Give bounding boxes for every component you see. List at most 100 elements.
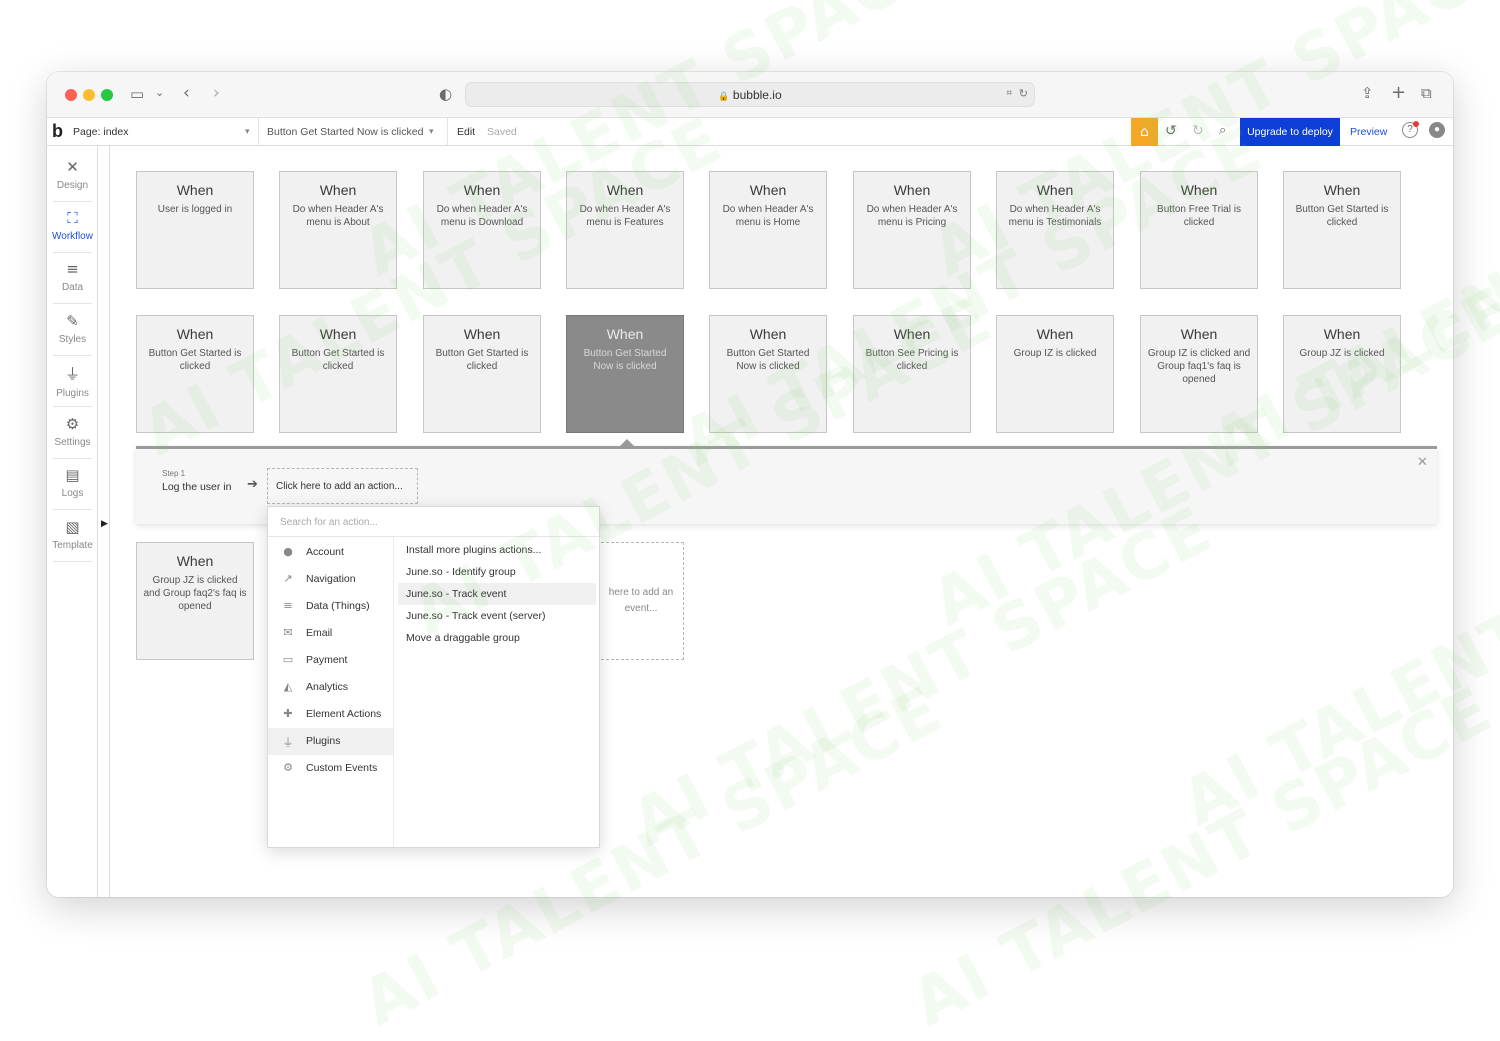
email-icon: ✉ — [283, 626, 293, 639]
category-account[interactable]: ● Account — [268, 539, 393, 566]
action-item[interactable]: June.so - Track event — [398, 583, 596, 605]
forward-arrow-icon[interactable]: › — [213, 83, 220, 103]
edit-menu[interactable]: Edit — [457, 126, 475, 138]
lock-icon: 🔒 — [718, 91, 730, 101]
event-card[interactable]: When Group JZ is clicked — [1283, 315, 1401, 433]
element-actions-icon: ✚ — [283, 707, 293, 720]
event-card[interactable]: When Group JZ is clicked and Group faq2's… — [136, 542, 254, 660]
event-card[interactable]: When Button Get Started Now is clicked — [709, 315, 827, 433]
category-custom-events[interactable]: ⚙ Custom Events — [268, 755, 393, 782]
nav-item-template[interactable]: ▧ Template — [47, 510, 98, 560]
nav-item-styles[interactable]: ✎ Styles — [47, 304, 98, 354]
chevron-down-icon[interactable]: ▾ — [245, 126, 250, 137]
shield-icon[interactable]: ◐ — [439, 85, 452, 103]
toolbar-divider — [258, 118, 259, 146]
close-icon[interactable]: ✕ — [1417, 455, 1428, 470]
nav-item-data[interactable]: ≡ Data — [47, 252, 98, 302]
translate-icon[interactable]: ⌗ — [1006, 88, 1012, 99]
account-icon: ● — [283, 545, 293, 558]
analytics-icon: ◭ — [283, 680, 293, 693]
action-item[interactable]: Install more plugins actions... — [398, 539, 596, 561]
sidebar-toggle-icon[interactable]: ▭ — [130, 85, 144, 103]
gear-icon: ⚙ — [65, 415, 80, 433]
action-item[interactable]: June.so - Track event (server) — [398, 605, 596, 627]
database-icon: ≡ — [283, 599, 293, 612]
category-data-things[interactable]: ≡ Data (Things) — [268, 593, 393, 620]
step-number: Step 1 — [162, 469, 186, 478]
tabs-overview-icon[interactable]: ⧉ — [1421, 84, 1432, 102]
gift-button[interactable]: ⌂ — [1131, 118, 1158, 146]
new-tab-icon[interactable]: + — [1391, 82, 1406, 103]
search-icon[interactable]: ⌕ — [1219, 123, 1226, 138]
action-search-input[interactable]: Search for an action... — [268, 507, 599, 537]
event-card[interactable]: When Group IZ is clicked — [996, 315, 1114, 433]
url-text: 🔒 bubble.io — [718, 88, 782, 102]
nav-item-plugins[interactable]: ⏚ Plugins — [47, 355, 98, 405]
nav-item-workflow[interactable]: ⛶ Workflow — [47, 201, 98, 251]
event-card[interactable]: When Do when Header A's menu is Download — [423, 171, 541, 289]
event-card[interactable]: When Button Get Started is clicked — [423, 315, 541, 433]
zoom-window-button[interactable] — [101, 89, 113, 101]
step-name: Log the user in — [162, 481, 232, 493]
database-icon: ≡ — [66, 260, 79, 278]
workflow-icon: ⛶ — [67, 209, 78, 227]
notification-dot-icon — [1413, 121, 1419, 127]
user-avatar-icon[interactable]: ● — [1429, 122, 1445, 138]
nav-divider — [53, 561, 92, 562]
event-card[interactable]: When Button Get Started is clicked — [1283, 171, 1401, 289]
event-card[interactable]: When Button See Pricing is clicked — [853, 315, 971, 433]
nav-item-settings[interactable]: ⚙ Settings — [47, 407, 98, 457]
add-action-button[interactable]: Click here to add an action... — [267, 468, 418, 504]
category-plugins[interactable]: ⏚ Plugins — [268, 728, 393, 755]
event-card[interactable]: When Button Get Started is clicked — [279, 315, 397, 433]
close-window-button[interactable] — [65, 89, 77, 101]
left-navigation: ✕ Design ⛶ Workflow ≡ Data ✎ Styles ⏚ Pl… — [47, 146, 98, 897]
plugin-icon: ⏚ — [64, 365, 80, 383]
upgrade-to-deploy-button[interactable]: Upgrade to deploy — [1240, 118, 1340, 146]
expand-panel-icon[interactable]: ▶ — [101, 518, 108, 529]
selected-pointer — [620, 439, 634, 446]
chevron-down-icon[interactable]: ⌄ — [155, 86, 164, 99]
event-card[interactable]: When Do when Header A's menu is About — [279, 171, 397, 289]
event-card[interactable]: When Group IZ is clicked and Group faq1's… — [1140, 315, 1258, 433]
category-divider — [393, 537, 394, 847]
toolbar-divider — [447, 118, 448, 146]
redo-icon[interactable]: ↻ — [1192, 123, 1204, 139]
action-picker-dropdown: Search for an action... ● Account ↗ Naviga… — [267, 506, 600, 848]
event-card[interactable]: When Button Get Started is clicked — [136, 315, 254, 433]
workflow-step[interactable]: Step 1 Log the user in — [162, 469, 242, 499]
event-card[interactable]: When Do when Header A's menu is Pricing — [853, 171, 971, 289]
action-item[interactable]: Move a draggable group — [398, 627, 596, 649]
undo-icon[interactable]: ↺ — [1165, 123, 1177, 139]
category-payment[interactable]: ▭ Payment — [268, 647, 393, 674]
share-icon[interactable]: ⇪ — [1361, 84, 1374, 102]
minimize-window-button[interactable] — [83, 89, 95, 101]
event-card[interactable]: When Do when Header A's menu is Testimoni… — [996, 171, 1114, 289]
event-card[interactable]: When Do when Header A's menu is Home — [709, 171, 827, 289]
chevron-down-icon[interactable]: ▾ — [429, 126, 434, 137]
bubble-logo-icon[interactable]: b — [52, 121, 63, 142]
payment-icon: ▭ — [282, 653, 294, 666]
nav-item-design[interactable]: ✕ Design — [47, 150, 98, 200]
browser-window: ▭ ⌄ ‹ › ◐ 🔒 bubble.io ⌗ ↻ ⇪ + ⧉ b Page: … — [47, 72, 1453, 897]
category-analytics[interactable]: ◭ Analytics — [268, 674, 393, 701]
category-navigation[interactable]: ↗ Navigation — [268, 566, 393, 593]
arrow-right-icon: ➔ — [247, 477, 258, 492]
editor-toolbar: b Page: index ▾ Button Get Started Now i… — [47, 118, 1453, 146]
event-card-selected[interactable]: When Button Get Started Now is clicked — [566, 315, 684, 433]
nav-item-logs[interactable]: ▤ Logs — [47, 458, 98, 508]
preview-button[interactable]: Preview — [1350, 126, 1387, 138]
page-selector[interactable]: Page: index — [73, 126, 128, 138]
event-selector[interactable]: Button Get Started Now is clicked — [267, 126, 423, 138]
gift-icon: ⌂ — [1140, 124, 1149, 140]
reload-icon[interactable]: ↻ — [1019, 87, 1028, 100]
action-item[interactable]: June.so - Identify group — [398, 561, 596, 583]
event-card[interactable]: When User is logged in — [136, 171, 254, 289]
custom-events-icon: ⚙ — [283, 761, 293, 774]
event-card[interactable]: When Button Free Trial is clicked — [1140, 171, 1258, 289]
event-card[interactable]: When Do when Header A's menu is Features — [566, 171, 684, 289]
category-email[interactable]: ✉ Email — [268, 620, 393, 647]
category-element-actions[interactable]: ✚ Element Actions — [268, 701, 393, 728]
back-arrow-icon[interactable]: ‹ — [183, 83, 190, 103]
address-bar[interactable]: 🔒 bubble.io ⌗ ↻ — [465, 82, 1035, 107]
